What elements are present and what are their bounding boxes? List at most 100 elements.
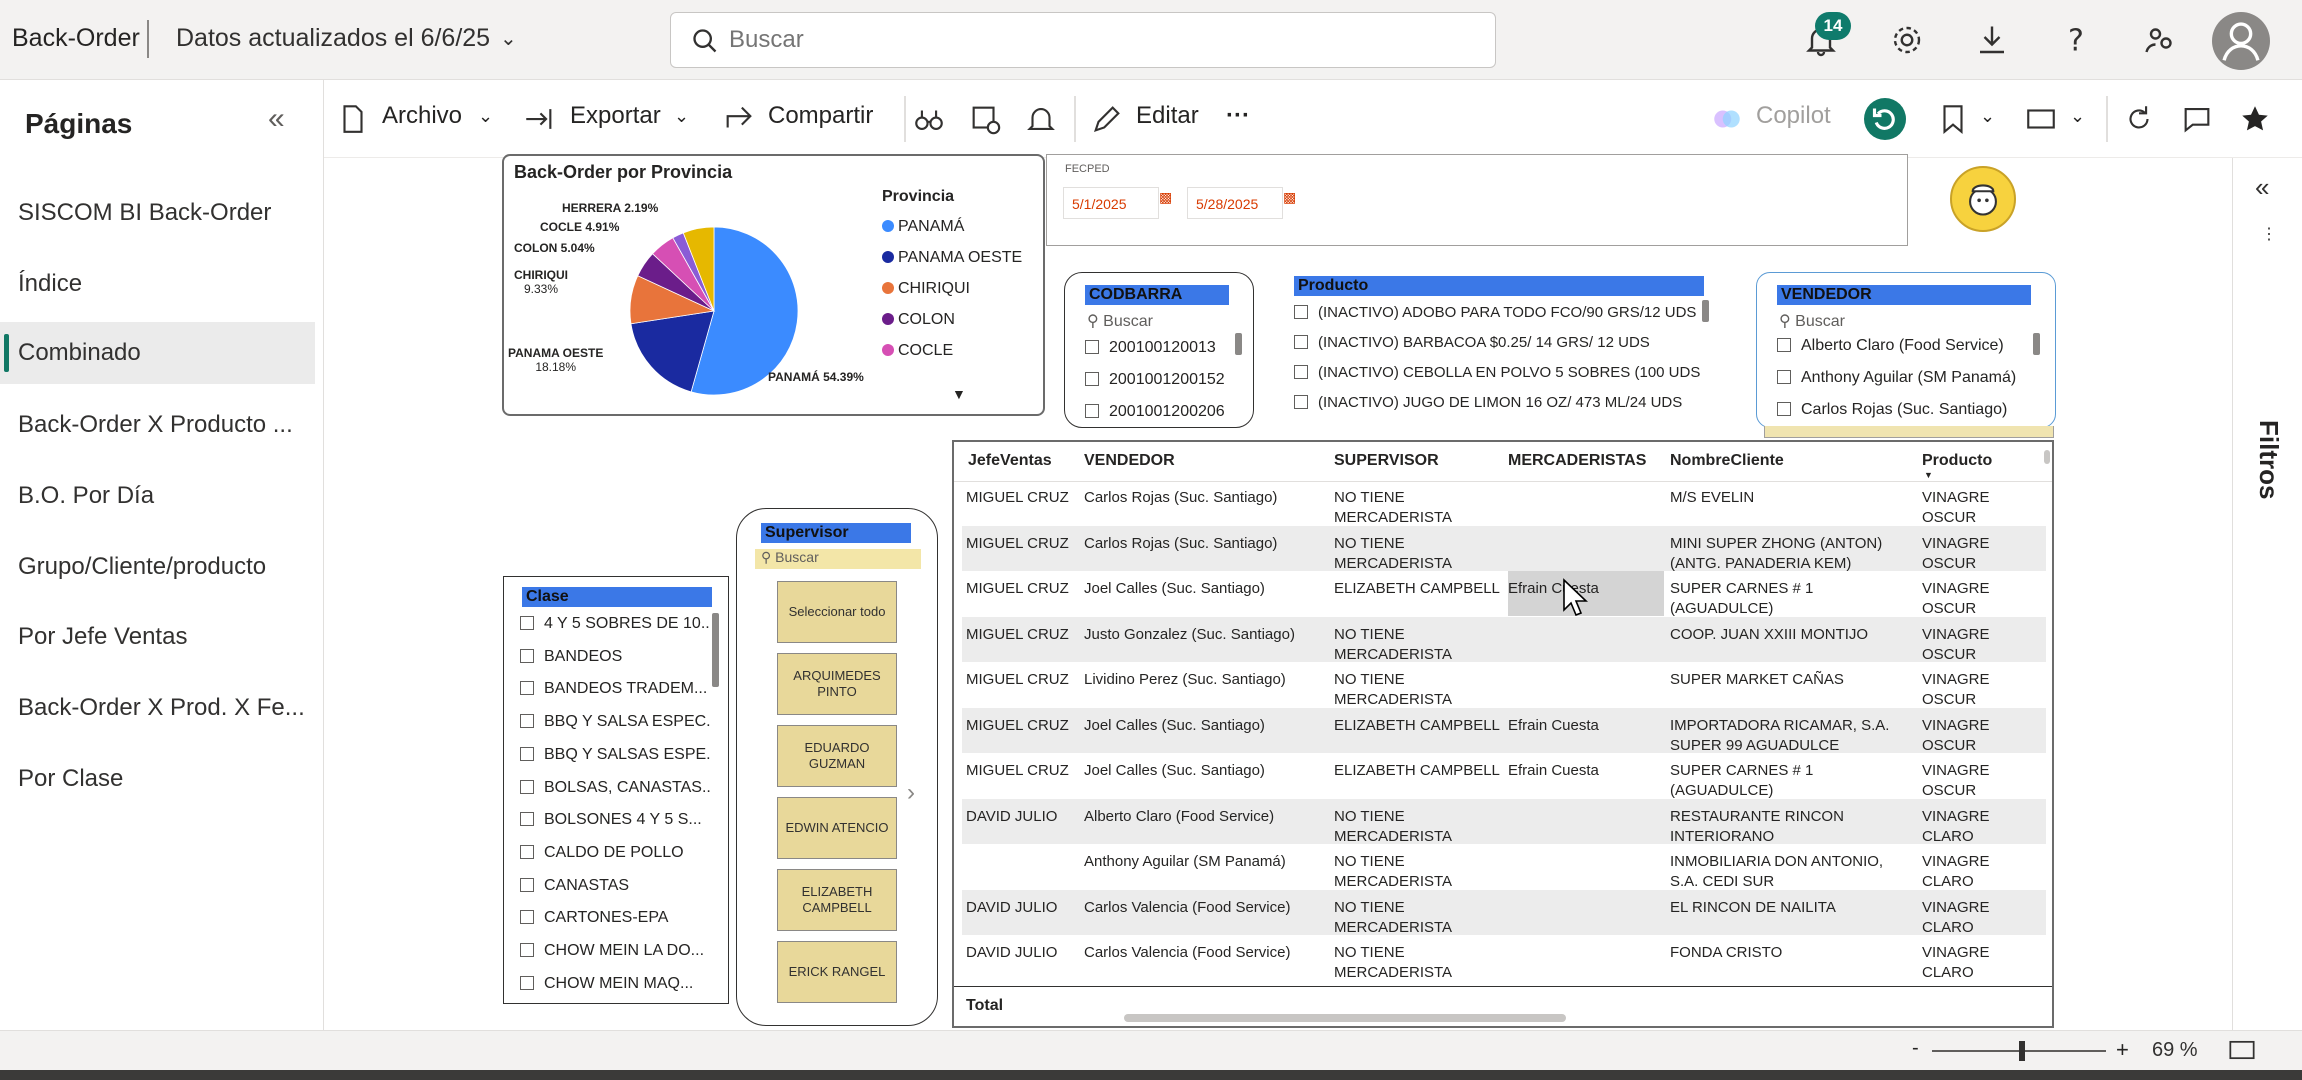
checkbox[interactable] <box>520 812 534 827</box>
date-from-input[interactable]: 5/1/2025 <box>1063 187 1159 219</box>
table-cell[interactable]: MIGUEL CRUZ <box>966 579 1076 619</box>
checkbox[interactable] <box>1777 402 1791 416</box>
zoom-in-button[interactable]: + <box>2116 1037 2129 1063</box>
table-cell[interactable]: NO TIENE MERCADERISTA <box>1334 807 1502 847</box>
slicer-option[interactable]: 2001001200152 <box>1085 371 1235 389</box>
slicer-option[interactable]: Anthony Aguilar (SM Panamá) <box>1777 369 2039 387</box>
table-cell[interactable]: VINAGRE OSCUR UDS <box>1922 716 2040 756</box>
zoom-out-button[interactable]: - <box>1912 1037 1919 1060</box>
table-cell[interactable] <box>1508 852 1664 892</box>
slicer-option[interactable]: Carlos Rojas (Suc. Santiago) <box>1777 401 2039 419</box>
table-cell[interactable]: NO TIENE MERCADERISTA <box>1334 625 1502 665</box>
legend-item[interactable]: PANAMÁ <box>882 218 964 236</box>
table-cell[interactable]: EL RINCON DE NAILITA <box>1670 898 1916 938</box>
chevron-down-icon[interactable]: ⌄ <box>1980 106 1995 127</box>
table-cell[interactable]: VINAGRE OSCUR <box>1922 625 2040 665</box>
table-row[interactable]: MIGUEL CRUZ Justo Gonzalez (Suc. Santiago… <box>962 616 2046 665</box>
copilot-button[interactable]: Copilot <box>1756 102 1831 130</box>
table-row[interactable]: DAVID JULIO Carlos Valencia (Food Service… <box>962 889 2046 938</box>
page-item-siscom[interactable]: SISCOM BI Back-Order <box>0 182 315 244</box>
checkbox[interactable] <box>1085 404 1099 418</box>
checkbox[interactable] <box>1085 372 1099 386</box>
supervisor-tile[interactable]: ERICK RANGEL <box>777 941 897 1003</box>
table-cell[interactable]: VINAGRE CLARO <box>1922 852 2040 892</box>
page-item-bo-por-dia[interactable]: B.O. Por Día <box>0 465 315 527</box>
filters-pane[interactable]: « ⋮ Filtros <box>2232 158 2302 1030</box>
pie-chart-visual[interactable]: Back-Order por Provincia Provincia PANAM… <box>502 154 1045 416</box>
slicer-option[interactable]: Alberto Claro (Food Service) <box>1777 337 2039 355</box>
slicer-option[interactable]: CANASTAS <box>520 877 710 895</box>
scrollbar[interactable] <box>712 613 719 687</box>
table-cell[interactable]: MIGUEL CRUZ <box>966 670 1076 710</box>
vertical-scrollbar[interactable] <box>2044 450 2050 464</box>
table-cell[interactable]: COOP. JUAN XXIII MONTIJO <box>1670 625 1916 665</box>
archivo-menu[interactable]: Archivo <box>382 102 462 130</box>
table-row[interactable]: MIGUEL CRUZ Carlos Rojas (Suc. Santiago) N… <box>962 480 2046 528</box>
table-cell[interactable]: VINAGRE CLARO <box>1922 943 2040 983</box>
table-cell[interactable]: SUPER MARKET CAÑAS <box>1670 670 1916 710</box>
slicer-option[interactable]: (INACTIVO) BARBACOA $0.25/ 14 GRS/ 12 UD… <box>1294 334 1708 351</box>
checkbox[interactable] <box>520 648 534 663</box>
checkbox[interactable] <box>1294 395 1308 409</box>
checkbox[interactable] <box>520 779 534 794</box>
share-people-icon[interactable] <box>2142 22 2178 58</box>
compartir-button[interactable]: Compartir <box>768 102 873 130</box>
table-cell[interactable]: Carlos Rojas (Suc. Santiago) <box>1084 534 1324 574</box>
table-cell[interactable]: Joel Calles (Suc. Santiago) <box>1084 716 1324 756</box>
page-item-jefe-ventas[interactable]: Por Jefe Ventas <box>0 606 315 668</box>
table-cell[interactable]: Justo Gonzalez (Suc. Santiago) <box>1084 625 1324 665</box>
table-cell[interactable]: NO TIENE MERCADERISTA <box>1334 534 1502 574</box>
supervisor-tile[interactable]: Seleccionar todo <box>777 581 897 643</box>
slicer-option[interactable]: CALDO DE POLLO <box>520 844 710 862</box>
scrollbar[interactable] <box>2033 333 2040 355</box>
table-cell[interactable] <box>1508 670 1664 710</box>
slicer-option[interactable]: 4 Y 5 SOBRES DE 10... <box>520 615 710 633</box>
table-cell[interactable]: ELIZABETH CAMPBELL <box>1334 579 1502 619</box>
table-cell[interactable]: INMOBILIARIA DON ANTONIO, S.A. CEDI SUR <box>1670 852 1916 892</box>
table-cell[interactable]: VINAGRE OSCUR <box>1922 488 2040 528</box>
column-header[interactable]: MERCADERISTAS <box>1508 452 1646 470</box>
checkbox[interactable] <box>1085 340 1099 354</box>
table-cell[interactable]: IMPORTADORA RICAMAR, S.A. SUPER 99 AGUAD… <box>1670 716 1916 756</box>
table-row[interactable]: MIGUEL CRUZ Joel Calles (Suc. Santiago) EL… <box>962 571 2046 619</box>
checkbox[interactable] <box>520 681 534 696</box>
table-cell[interactable]: NO TIENE MERCADERISTA <box>1334 488 1502 528</box>
scrollbar[interactable] <box>1235 333 1242 355</box>
collapse-pane-icon[interactable]: « <box>268 102 285 136</box>
chevron-down-icon[interactable]: ⌄ <box>500 26 517 51</box>
table-row[interactable]: MIGUEL CRUZ Joel Calles (Suc. Santiago) EL… <box>962 707 2046 756</box>
table-cell[interactable]: NO TIENE MERCADERISTA <box>1334 943 1502 983</box>
table-cell[interactable]: VINAGRE CLARO <box>1922 898 2040 938</box>
table-cell[interactable]: FONDA CRISTO <box>1670 943 1916 983</box>
scroll-down-icon[interactable]: ▼ <box>952 386 966 402</box>
editar-button[interactable]: Editar <box>1136 102 1199 130</box>
table-cell[interactable]: Joel Calles (Suc. Santiago) <box>1084 761 1324 801</box>
column-header[interactable]: VENDEDOR <box>1084 452 1175 470</box>
table-cell[interactable]: VINAGRE OSCUR <box>1922 579 2040 619</box>
table-cell[interactable] <box>1508 534 1664 574</box>
slicer-option[interactable]: 2001001200206 <box>1085 403 1235 421</box>
slicer-option[interactable]: BOLSAS, CANASTAS... <box>520 779 710 797</box>
bookmark-icon[interactable] <box>1936 102 1970 136</box>
chevron-down-icon[interactable]: ⌄ <box>2070 106 2085 127</box>
supervisor-tile[interactable]: EDUARDO GUZMAN <box>777 725 897 787</box>
slicer-search[interactable]: ⚲ Buscar <box>755 549 921 569</box>
checkbox[interactable] <box>1777 338 1791 352</box>
table-cell[interactable] <box>1508 943 1664 983</box>
table-cell[interactable]: MIGUEL CRUZ <box>966 625 1076 665</box>
data-updated-label[interactable]: Datos actualizados el 6/6/25 <box>176 24 490 53</box>
table-row[interactable]: MIGUEL CRUZ Lividino Perez (Suc. Santiago… <box>962 662 2046 710</box>
table-cell[interactable] <box>966 852 1076 892</box>
slicer-option[interactable]: BBQ Y SALSA ESPEC... <box>520 713 710 731</box>
data-table[interactable]: JefeVentas VENDEDOR SUPERVISOR MERCADERI… <box>952 440 2054 1028</box>
more-options-button[interactable]: ··· <box>1226 102 1250 130</box>
table-row[interactable]: DAVID JULIO Alberto Claro (Food Service) N… <box>962 798 2046 847</box>
table-cell[interactable]: VINAGRE CLARO <box>1922 807 2040 847</box>
checkbox[interactable] <box>520 714 534 729</box>
table-cell[interactable]: VINAGRE OSCUR UDS <box>1922 761 2040 801</box>
table-cell[interactable]: Anthony Aguilar (SM Panamá) <box>1084 852 1324 892</box>
table-cell[interactable]: Lividino Perez (Suc. Santiago) <box>1084 670 1324 710</box>
supervisor-tile[interactable]: ELIZABETH CAMPBELL <box>777 869 897 931</box>
table-cell[interactable]: Efrain Cuesta <box>1508 761 1664 801</box>
checkbox[interactable] <box>520 877 534 892</box>
